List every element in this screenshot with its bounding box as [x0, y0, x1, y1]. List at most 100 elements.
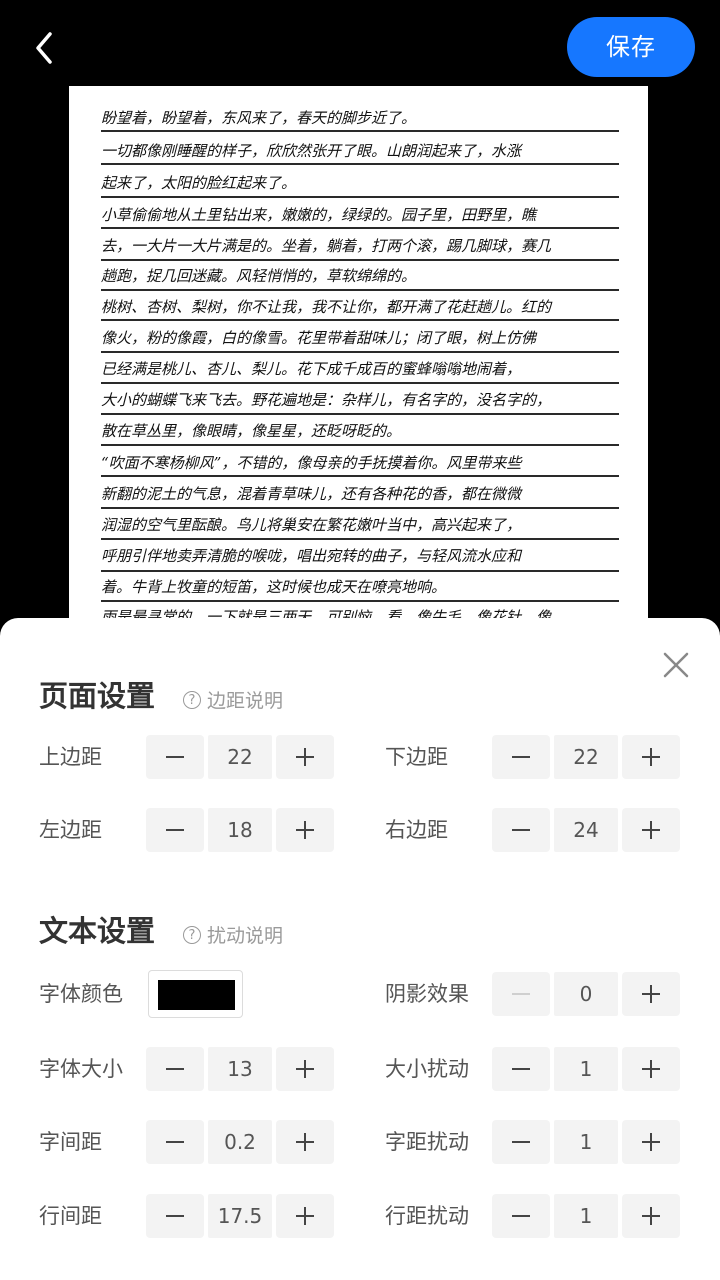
size-jitter-stepper: 1: [492, 1047, 680, 1091]
left-margin-increment[interactable]: [276, 808, 334, 852]
ruled-line: [101, 351, 619, 353]
font-size-stepper: 13: [146, 1047, 334, 1091]
letter-spacing-decrement[interactable]: [146, 1120, 204, 1164]
right-margin-label: 右边距: [385, 818, 448, 842]
bottom-margin-value[interactable]: 22: [554, 735, 618, 779]
line-spacing-increment[interactable]: [276, 1194, 334, 1238]
handwriting-line: 像火，粉的像霞，白的像雪。花里带着甜味儿；闭了眼，树上仿佛: [101, 329, 537, 347]
line-spacing-label: 行间距: [39, 1204, 102, 1228]
save-button[interactable]: 保存: [567, 17, 695, 77]
font-size-increment[interactable]: [276, 1047, 334, 1091]
handwriting-line: 起来了，太阳的脸红起来了。: [101, 174, 297, 192]
ruled-line: [101, 570, 619, 572]
ruled-line: [101, 413, 619, 415]
handwriting-preview: 盼望着，盼望着，东风来了，春天的脚步近了。 一切都像刚睡醒的样子，欣欣然张开了眼…: [69, 86, 648, 646]
page-settings-title: 页面设置: [39, 679, 156, 713]
ruled-line: [101, 196, 619, 198]
bottom-margin-stepper: 22: [492, 735, 680, 779]
spacing-jitter-stepper: 1: [492, 1120, 680, 1164]
right-margin-stepper: 24: [492, 808, 680, 852]
ruled-line: [101, 289, 619, 291]
spacing-jitter-decrement[interactable]: [492, 1120, 550, 1164]
font-size-value[interactable]: 13: [208, 1047, 272, 1091]
handwriting-line: 盼望着，盼望着，东风来了，春天的脚步近了。: [101, 109, 417, 127]
question-circle-icon: ?: [183, 690, 201, 709]
size-jitter-value[interactable]: 1: [554, 1047, 618, 1091]
handwriting-line: 小草偷偷地从土里钻出来，嫩嫩的，绿绿的。园子里，田野里，瞧: [101, 206, 537, 224]
text-settings-title: 文本设置: [39, 914, 156, 948]
close-icon: [663, 652, 689, 678]
shadow-label: 阴影效果: [385, 982, 469, 1006]
line-spacing-stepper: 17.5: [146, 1194, 334, 1238]
top-margin-decrement[interactable]: [146, 735, 204, 779]
size-jitter-label: 大小扰动: [385, 1057, 469, 1081]
font-color-picker[interactable]: [148, 970, 243, 1018]
letter-spacing-label: 字间距: [39, 1130, 102, 1154]
top-margin-stepper: 22: [146, 735, 334, 779]
ruled-line: [101, 600, 619, 602]
spacing-jitter-label: 字距扰动: [385, 1130, 469, 1154]
bottom-margin-increment[interactable]: [622, 735, 680, 779]
question-circle-icon: ?: [183, 925, 201, 944]
bottom-margin-label: 下边距: [385, 745, 448, 769]
shadow-decrement[interactable]: [492, 972, 550, 1016]
jitter-help-label: 扰动说明: [207, 925, 284, 947]
ruled-line: [101, 259, 619, 261]
right-margin-value[interactable]: 24: [554, 808, 618, 852]
handwriting-line: 着。牛背上牧童的短笛，这时候也成天在嘹亮地响。: [101, 578, 447, 596]
line-jitter-stepper: 1: [492, 1194, 680, 1238]
font-color-label: 字体颜色: [39, 982, 123, 1006]
ruled-line: [101, 475, 619, 477]
left-margin-label: 左边距: [39, 818, 102, 842]
margin-help-label: 边距说明: [207, 690, 284, 712]
handwriting-line: 润湿的空气里酝酿。鸟儿将巢安在繁花嫩叶当中，高兴起来了，: [101, 516, 522, 534]
right-margin-increment[interactable]: [622, 808, 680, 852]
letter-spacing-stepper: 0.2: [146, 1120, 334, 1164]
top-margin-value[interactable]: 22: [208, 735, 272, 779]
handwriting-line: 散在草丛里，像眼睛，像星星，还眨呀眨的。: [101, 422, 402, 440]
line-jitter-increment[interactable]: [622, 1194, 680, 1238]
ruled-line: [101, 319, 619, 321]
font-size-label: 字体大小: [39, 1057, 123, 1081]
shadow-value[interactable]: 0: [554, 972, 618, 1016]
size-jitter-increment[interactable]: [622, 1047, 680, 1091]
line-jitter-value[interactable]: 1: [554, 1194, 618, 1238]
jitter-help-link[interactable]: ? 扰动说明: [183, 921, 283, 948]
font-color-swatch: [158, 980, 235, 1010]
bottom-margin-decrement[interactable]: [492, 735, 550, 779]
handwriting-line: 新翻的泥土的气息，混着青草味儿，还有各种花的香，都在微微: [101, 485, 522, 503]
font-size-decrement[interactable]: [146, 1047, 204, 1091]
size-jitter-decrement[interactable]: [492, 1047, 550, 1091]
line-jitter-decrement[interactable]: [492, 1194, 550, 1238]
shadow-increment[interactable]: [622, 972, 680, 1016]
handwriting-line: “吹面不寒杨柳风”，不错的，像母亲的手抚摸着你。风里带来些: [101, 454, 522, 472]
line-spacing-decrement[interactable]: [146, 1194, 204, 1238]
left-margin-decrement[interactable]: [146, 808, 204, 852]
ruled-line: [101, 538, 619, 540]
settings-sheet: 页面设置 ? 边距说明 上边距 22 下边距 22 左边距 18 右边距 24 …: [0, 618, 720, 1280]
left-margin-stepper: 18: [146, 808, 334, 852]
handwriting-line: 趟跑，捉几回迷藏。风轻悄悄的，草软绵绵的。: [101, 267, 417, 285]
top-margin-label: 上边距: [39, 745, 102, 769]
ruled-line: [101, 507, 619, 509]
spacing-jitter-increment[interactable]: [622, 1120, 680, 1164]
line-spacing-value[interactable]: 17.5: [208, 1194, 272, 1238]
ruled-line: [101, 130, 619, 132]
handwriting-line: 去，一大片一大片满是的。坐着，躺着，打两个滚，踢几脚球，赛几: [101, 237, 552, 255]
margin-help-link[interactable]: ? 边距说明: [183, 686, 283, 713]
letter-spacing-increment[interactable]: [276, 1120, 334, 1164]
ruled-line: [101, 227, 619, 229]
back-button[interactable]: [26, 28, 66, 68]
line-jitter-label: 行距扰动: [385, 1204, 469, 1228]
close-button[interactable]: [660, 649, 692, 681]
top-margin-increment[interactable]: [276, 735, 334, 779]
ruled-line: [101, 444, 619, 446]
spacing-jitter-value[interactable]: 1: [554, 1120, 618, 1164]
right-margin-decrement[interactable]: [492, 808, 550, 852]
shadow-stepper: 0: [492, 972, 680, 1016]
letter-spacing-value[interactable]: 0.2: [208, 1120, 272, 1164]
ruled-line: [101, 163, 619, 165]
handwriting-line: 已经满是桃儿、杏儿、梨儿。花下成千成百的蜜蜂嗡嗡地闹着，: [101, 360, 522, 378]
handwriting-line: 呼朋引伴地卖弄清脆的喉咙，唱出宛转的曲子，与轻风流水应和: [101, 547, 522, 565]
left-margin-value[interactable]: 18: [208, 808, 272, 852]
